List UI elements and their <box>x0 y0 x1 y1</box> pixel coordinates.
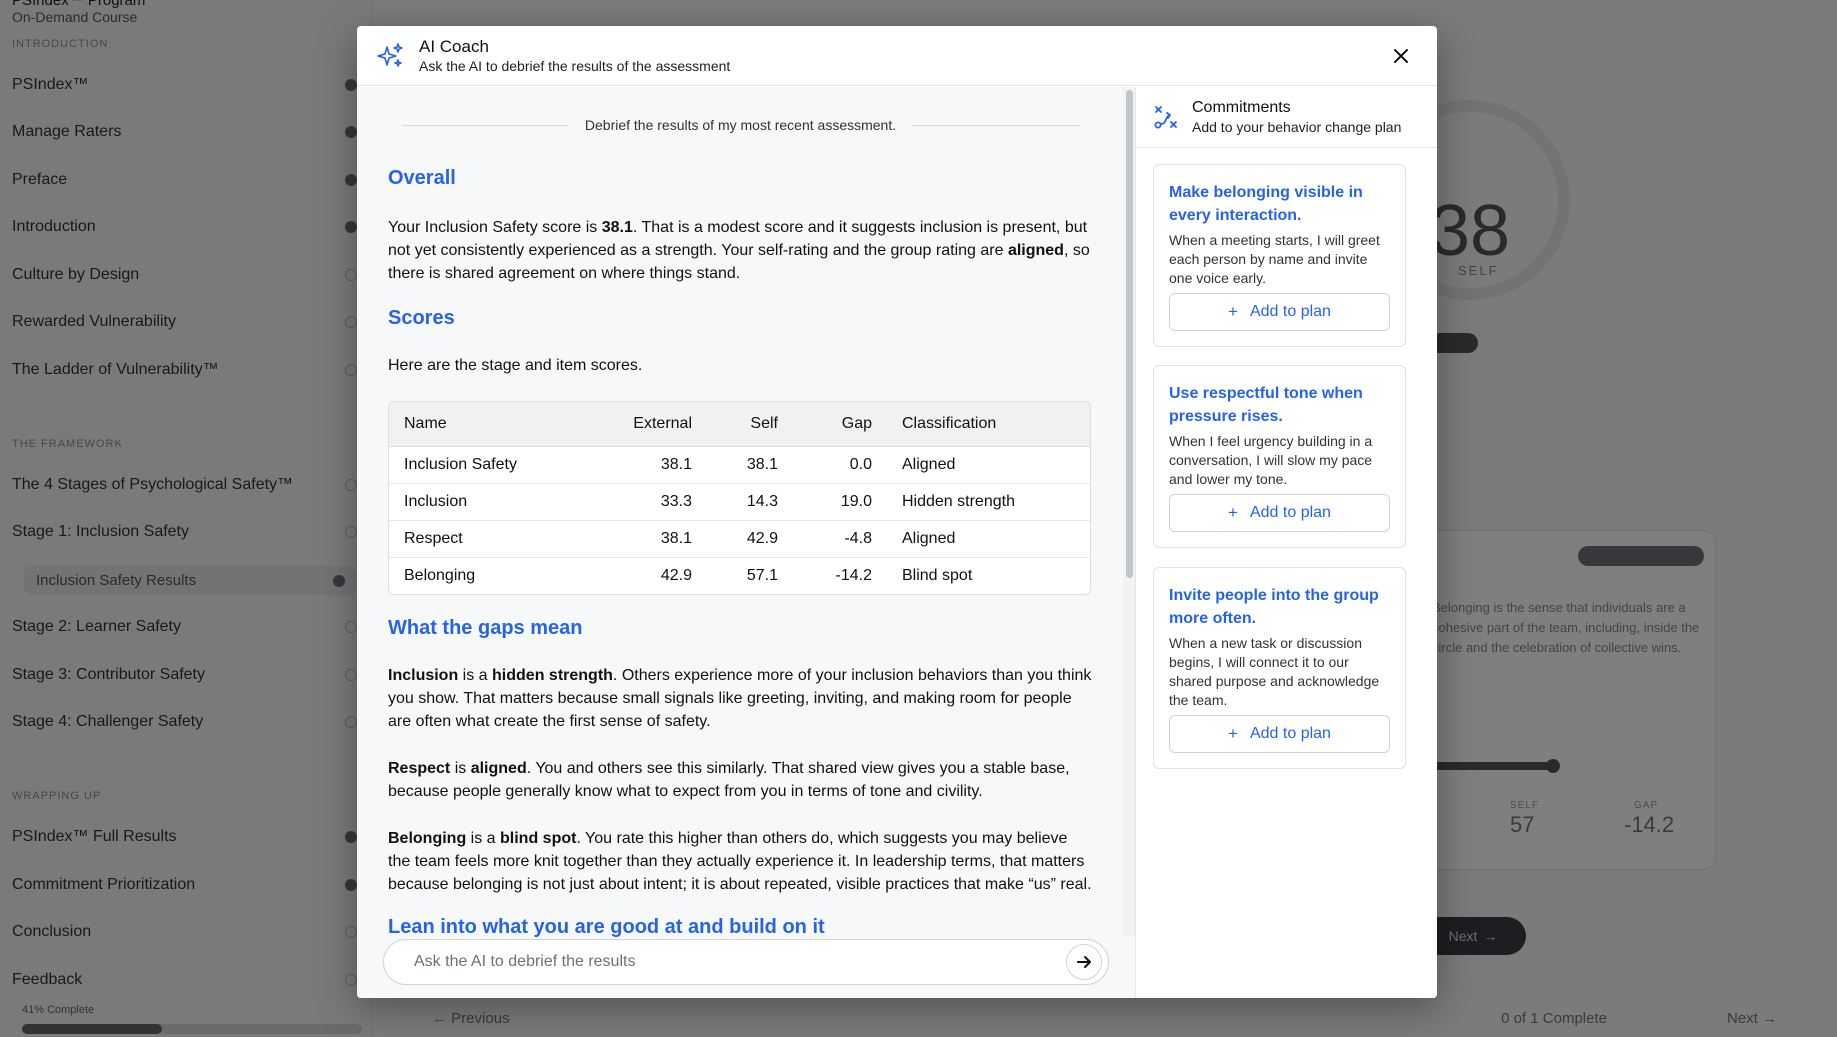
cell-external: 38.1 <box>594 519 707 557</box>
commitments-header: Commitments Add to your behavior change … <box>1137 87 1437 148</box>
commitments-title: Commitments <box>1192 99 1291 116</box>
scores-intro: Here are the stage and item scores. <box>388 357 643 374</box>
cell-classification: Aligned <box>887 519 1090 557</box>
close-button[interactable] <box>1387 42 1415 70</box>
gap-paragraph-respect: Respect is aligned. You and others see t… <box>388 760 1070 800</box>
cell-self: 57.1 <box>707 556 793 594</box>
add-to-plan-button[interactable]: + Add to plan <box>1169 293 1390 331</box>
table-row: Belonging 42.9 57.1 -14.2 Blind spot <box>389 556 1090 594</box>
commitments-title-block: Commitments Add to your behavior change … <box>1192 98 1401 136</box>
divider-line <box>402 124 569 126</box>
add-to-plan-button[interactable]: + Add to plan <box>1169 494 1390 532</box>
cell-name: Belonging <box>389 556 594 594</box>
section-heading-next: Lean into what you are good at and build… <box>388 916 825 937</box>
cell-name: Inclusion Safety <box>404 455 517 473</box>
column-header: Self <box>707 402 793 447</box>
cell-classification: Hidden strength <box>887 482 1090 520</box>
commitment-card: Make belonging visible in every interact… <box>1153 164 1406 347</box>
chat-scrollbar[interactable] <box>1123 87 1135 937</box>
commitment-description: When I feel urgency building in a conver… <box>1169 433 1373 487</box>
overall-paragraph: Your Inclusion Safety score is 38.1. Tha… <box>388 219 1090 282</box>
column-header: External <box>594 402 707 447</box>
column-header: Name <box>389 402 594 447</box>
user-message: Debrief the results of my most recent as… <box>388 117 1093 133</box>
user-message-text: Debrief the results of my most recent as… <box>584 117 897 133</box>
section-heading-overall: Overall <box>388 167 456 189</box>
gap-paragraph-inclusion: Inclusion is a hidden strength. Others e… <box>388 667 1092 730</box>
commitment-title: Use respectful tone when pressure rises. <box>1169 385 1363 425</box>
cell-name: Respect <box>389 519 594 557</box>
arrow-right-icon <box>1077 956 1091 968</box>
cell-self: 42.9 <box>707 519 793 557</box>
cell-self: 38.1 <box>746 455 778 473</box>
sparkle-icon <box>377 42 403 67</box>
commitments-subtitle: Add to your behavior change plan <box>1192 119 1402 135</box>
cell-classification: Blind spot <box>887 556 1090 594</box>
commitment-card: Use respectful tone when pressure rises.… <box>1153 365 1406 548</box>
cell-gap: -14.2 <box>793 556 887 594</box>
cell-gap: 19.0 <box>793 482 887 520</box>
ai-coach-modal: AI Coach Ask the AI to debrief the resul… <box>357 26 1437 998</box>
modal-title: AI Coach <box>419 36 489 56</box>
route-icon <box>1154 106 1177 129</box>
plus-icon: + <box>1228 724 1238 743</box>
chat-transcript[interactable]: Debrief the results of my most recent as… <box>357 87 1123 937</box>
modal-title-block: AI Coach Ask the AI to debrief the resul… <box>419 37 730 75</box>
chat-input-bar <box>383 939 1109 985</box>
modal-subtitle: Ask the AI to debrief the results of the… <box>419 57 731 74</box>
commitment-description: When a new task or discussion begins, I … <box>1169 635 1380 708</box>
commitment-card: Invite people into the group more often.… <box>1153 567 1406 769</box>
table-row: Inclusion Safety 38.1 38.1 0.0 Aligned <box>389 446 1090 483</box>
table-row: Respect 38.1 42.9 -4.8 Aligned <box>389 519 1090 557</box>
column-header: Gap <box>793 402 887 447</box>
add-to-plan-button[interactable]: + Add to plan <box>1169 715 1390 753</box>
scrollbar-thumb[interactable] <box>1126 90 1133 578</box>
table-header-row: Name External Self Gap Classification <box>389 402 1090 447</box>
section-heading-scores: Scores <box>388 307 455 329</box>
commitment-title: Invite people into the group more often. <box>1169 587 1379 627</box>
section-heading-gaps: What the gaps mean <box>388 617 583 639</box>
cell-name: Inclusion <box>389 482 594 520</box>
cell-self: 14.3 <box>707 482 793 520</box>
chat-pane: Debrief the results of my most recent as… <box>357 87 1136 998</box>
column-header: Classification <box>887 402 1090 447</box>
cell-external: 42.9 <box>594 556 707 594</box>
close-icon <box>1394 49 1408 63</box>
chat-input[interactable] <box>414 953 1066 971</box>
cell-external: 38.1 <box>660 455 692 473</box>
divider-line <box>912 124 1080 126</box>
modal-header: AI Coach Ask the AI to debrief the resul… <box>357 26 1437 86</box>
table-row: Inclusion 33.3 14.3 19.0 Hidden strength <box>389 482 1090 520</box>
cell-classification: Aligned <box>902 455 956 473</box>
cell-gap: 0.0 <box>849 455 872 473</box>
scores-table: Name External Self Gap Classification In… <box>388 401 1091 595</box>
send-button[interactable] <box>1066 944 1102 980</box>
commitment-description: When a meeting starts, I will greet each… <box>1169 232 1380 286</box>
commitment-title: Make belonging visible in every interact… <box>1169 184 1363 224</box>
cell-external: 33.3 <box>594 482 707 520</box>
plus-icon: + <box>1228 503 1238 522</box>
gap-paragraph-belonging: Belonging is a blind spot. You rate this… <box>388 830 1092 893</box>
commitments-pane: Commitments Add to your behavior change … <box>1137 87 1437 998</box>
cell-gap: -4.8 <box>793 519 887 557</box>
plus-icon: + <box>1228 302 1238 321</box>
